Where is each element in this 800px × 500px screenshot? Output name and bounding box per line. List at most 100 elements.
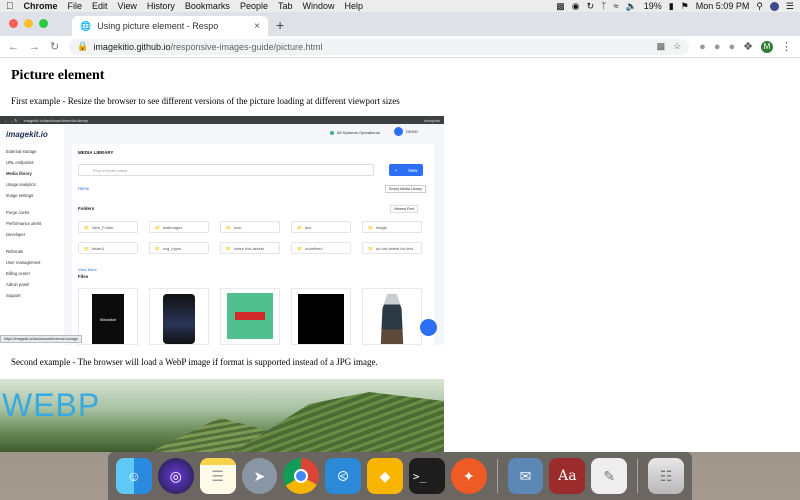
embedded-browser-bar: ← → ↻ imagekit.io/dashboard#media-librar… (0, 116, 444, 124)
person-image (380, 294, 404, 344)
clock[interactable]: Mon 5:09 PM (696, 1, 750, 11)
folder-icon: 📁 (84, 224, 89, 230)
menu-people[interactable]: People (240, 1, 268, 11)
menu-file[interactable]: File (68, 1, 83, 11)
menu-help[interactable]: Help (345, 1, 364, 11)
embedded-view-more: View More (78, 267, 97, 272)
siri-icon[interactable]: ◎ (157, 458, 194, 494)
embedded-nav-item: Billing center (6, 271, 30, 276)
menu-chrome[interactable]: Chrome (24, 1, 58, 11)
postman-icon[interactable]: ✦ (450, 458, 487, 494)
embedded-file-thumb (149, 288, 209, 345)
embedded-new-button: + New (389, 164, 423, 176)
terminal-icon[interactable]: >_ (408, 458, 445, 494)
mail-icon[interactable]: ✉ (507, 458, 544, 494)
extension-icon-2[interactable]: ● (714, 41, 721, 53)
chrome-icon[interactable] (283, 458, 320, 494)
account-avatar-icon (394, 127, 403, 136)
folder-name: testimages (162, 224, 183, 230)
embedded-nav-item: User management (6, 260, 41, 265)
page-content: Picture element First example - Resize t… (0, 58, 800, 114)
address-bar[interactable]: 🔒 imagekitio.github.io/responsive-images… (69, 38, 690, 55)
textedit-icon[interactable]: ✎ (591, 458, 628, 494)
embedded-files: Killswitch (78, 288, 422, 345)
profile-avatar[interactable]: M (761, 40, 773, 53)
dock-separator (637, 459, 639, 493)
menu-bar:  Chrome File Edit View History Bookmark… (0, 0, 800, 12)
more-menu-icon[interactable]: ⋮ (781, 40, 792, 53)
embedded-account: DEMO (394, 127, 418, 136)
embedded-status-text: All Systems Operational (337, 130, 380, 135)
embedded-nav-item: Developer (6, 232, 26, 237)
forward-icon[interactable]: → (29, 41, 40, 53)
sketch-icon[interactable]: ◆ (367, 458, 403, 494)
tab-title: Using picture element - Respo (97, 21, 219, 31)
picture-second-example: WEBP (0, 379, 444, 452)
folder-name: New_Folder (91, 224, 114, 230)
trash-icon[interactable]: ☷ (648, 458, 684, 494)
tab-bar: 🌐 Using picture element - Respo × + (0, 12, 800, 36)
close-window-button[interactable] (9, 19, 18, 28)
menu-edit[interactable]: Edit (92, 1, 108, 11)
embedded-folder: 📁 testimages (149, 221, 209, 233)
browser-window: 🌐 Using picture element - Respo × + ← → … (0, 12, 800, 452)
menu-window[interactable]: Window (302, 1, 334, 11)
embedded-nav-item: Support (6, 293, 21, 298)
embedded-status-link: https://imagekit.io/dashboard#external-s… (0, 335, 82, 343)
poster-image: Killswitch (92, 294, 124, 344)
folder-icon: 📁 (226, 245, 231, 251)
second-example-text: Second example - The browser will load a… (11, 357, 378, 367)
embedded-folder: 📁 dev (291, 221, 351, 233)
back-icon[interactable]: ← (8, 41, 19, 53)
banner-mark (235, 312, 265, 320)
cast-icon[interactable]: ▩ (556, 0, 565, 12)
new-tab-button[interactable]: + (276, 17, 284, 33)
embedded-url: imagekit.io/dashboard#media-library (23, 117, 89, 123)
embedded-folder: 📁 do not delete-for-test (362, 242, 422, 254)
bookmark-star-icon[interactable]: ☆ (673, 41, 681, 52)
embedded-sidebar: imagekit.io External storage URL endpoin… (0, 124, 64, 345)
vscode-icon[interactable]: ⧀ (325, 458, 362, 494)
embedded-system-status: All Systems Operational (330, 130, 380, 135)
folder-name: do not delete-for-test (375, 245, 413, 251)
apple-menu-icon[interactable]:  (6, 1, 14, 12)
battery-percent[interactable]: 19% (644, 1, 662, 11)
menu-tab[interactable]: Tab (278, 1, 293, 11)
user-icon[interactable] (769, 1, 779, 11)
lock-icon[interactable]: 🔒 (77, 41, 88, 52)
minimize-window-button[interactable] (24, 19, 33, 28)
flag-icon[interactable]: ⚑ (681, 0, 689, 12)
embedded-file-thumb (362, 288, 422, 345)
close-tab-icon[interactable]: × (254, 21, 260, 32)
cast-tab-icon[interactable]: ▩ (657, 41, 666, 52)
vpn-icon[interactable]: ◉ (572, 0, 580, 12)
spotlight-icon[interactable]: ⚲ (756, 0, 763, 12)
first-example-text: First example - Resize the browser to se… (11, 96, 400, 106)
battery-icon[interactable]: ▮ (669, 0, 674, 12)
notes-icon[interactable]: ☰ (199, 458, 236, 494)
folder-name: svg_logos (162, 245, 181, 251)
menu-history[interactable]: History (147, 1, 175, 11)
url-path: /responsive-images-guide/picture.html (170, 41, 323, 52)
wifi-icon[interactable]: ≈ (614, 0, 619, 12)
tab-active[interactable]: 🌐 Using picture element - Respo × (72, 16, 268, 36)
finder-icon[interactable]: ☺ (116, 458, 152, 494)
folder-icon: 📁 (297, 245, 302, 251)
menu-bookmarks[interactable]: Bookmarks (185, 1, 230, 11)
puzzle-icon[interactable]: ❖ (743, 40, 753, 53)
zoom-window-button[interactable] (39, 19, 48, 28)
embedded-nav-item: Image settings (6, 193, 34, 198)
embedded-incognito: Incognito (423, 117, 440, 123)
launchpad-icon[interactable]: ➤ (241, 458, 278, 494)
dictionary-icon[interactable]: Aa (549, 458, 586, 494)
volume-icon[interactable]: 🔈 (626, 0, 637, 12)
extension-icon-1[interactable]: ● (699, 41, 706, 53)
reload-icon[interactable]: ↻ (50, 40, 59, 53)
extension-icon-3[interactable]: ● (728, 41, 735, 53)
page-title: Picture element (11, 68, 105, 83)
menu-view[interactable]: View (118, 1, 137, 11)
time-machine-icon[interactable]: ↻ (587, 0, 595, 12)
notification-center-icon[interactable]: ☰ (786, 0, 794, 12)
embedded-file-thumb (291, 288, 351, 345)
bluetooth-icon[interactable]: ᛉ (601, 0, 606, 12)
